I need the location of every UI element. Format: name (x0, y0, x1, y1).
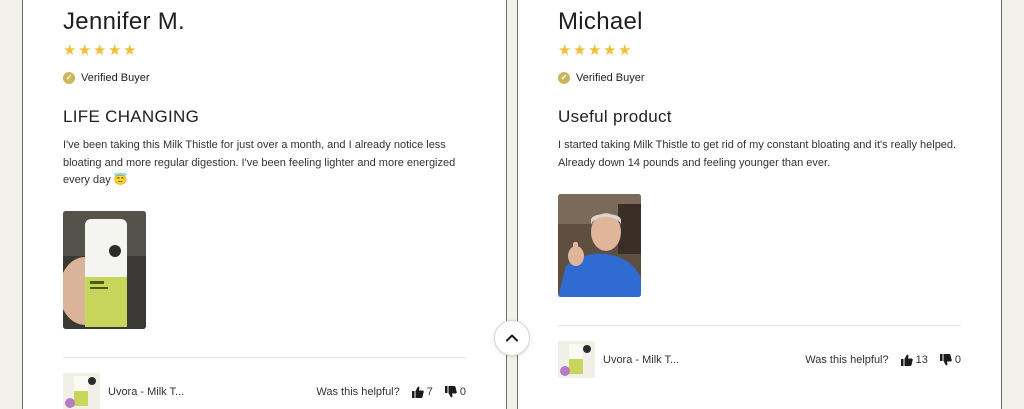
review-card: Jennifer M. ★ ★ ★ ★ ★ ✓ Verified Buyer L… (22, 0, 507, 409)
star-icon: ★ (588, 42, 602, 59)
star-icon: ★ (123, 42, 137, 59)
verified-label: Verified Buyer (81, 72, 150, 84)
review-title: LIFE CHANGING (63, 107, 200, 126)
scroll-to-top-button[interactable] (494, 320, 530, 356)
star-icon: ★ (618, 42, 632, 59)
product-name[interactable]: Uvora - Milk T... (603, 354, 805, 366)
product-thumbnail[interactable] (558, 341, 595, 378)
helpful-section: Was this helpful? 13 0 (805, 353, 961, 366)
helpful-label: Was this helpful? (316, 385, 400, 398)
downvote-count: 0 (954, 353, 961, 366)
upvote-button[interactable]: 7 (411, 385, 433, 398)
review-card: Michael ★ ★ ★ ★ ★ ✓ Verified Buyer Usefu… (517, 0, 1002, 409)
downvote-button[interactable]: 0 (444, 385, 466, 398)
star-icon: ★ (93, 42, 107, 59)
review-title: Useful product (558, 107, 672, 126)
upvote-button[interactable]: 13 (900, 353, 928, 366)
review-footer: Uvora - Milk T... Was this helpful? 7 0 (63, 373, 466, 409)
star-icon: ★ (558, 42, 572, 59)
check-circle-icon: ✓ (558, 72, 570, 84)
review-body: I started taking Milk Thistle to get rid… (558, 139, 957, 169)
verified-label: Verified Buyer (576, 72, 645, 84)
verified-badge: ✓ Verified Buyer (63, 72, 149, 84)
helpful-label: Was this helpful? (805, 353, 889, 366)
downvote-count: 0 (459, 385, 466, 398)
thumbs-up-icon (411, 386, 424, 398)
thumbs-down-icon (939, 353, 952, 365)
check-circle-icon: ✓ (63, 72, 75, 84)
star-icon: ★ (63, 42, 77, 59)
reviewer-name: Michael (558, 8, 643, 35)
review-photo[interactable] (558, 194, 641, 297)
reviewer-name: Jennifer M. (63, 8, 186, 35)
star-icon: ★ (108, 42, 122, 59)
helpful-section: Was this helpful? 7 0 (316, 385, 466, 398)
upvote-count: 7 (426, 385, 433, 398)
divider (558, 325, 961, 326)
star-icon: ★ (573, 42, 587, 59)
divider (63, 357, 466, 358)
review-body: I've been taking this Milk Thistle for j… (63, 139, 456, 186)
product-thumbnail[interactable] (63, 373, 100, 409)
star-rating: ★ ★ ★ ★ ★ (63, 42, 137, 59)
downvote-button[interactable]: 0 (939, 353, 961, 366)
review-footer: Uvora - Milk T... Was this helpful? 13 0 (558, 341, 961, 378)
thumbs-up-icon (900, 354, 913, 366)
review-photo[interactable] (63, 211, 146, 329)
product-name[interactable]: Uvora - Milk T... (108, 386, 316, 398)
verified-badge: ✓ Verified Buyer (558, 72, 644, 84)
star-rating: ★ ★ ★ ★ ★ (558, 42, 632, 59)
star-icon: ★ (78, 42, 92, 59)
thumbs-down-icon (444, 385, 457, 397)
upvote-count: 13 (915, 353, 928, 366)
star-icon: ★ (603, 42, 617, 59)
chevron-up-icon (506, 334, 518, 342)
